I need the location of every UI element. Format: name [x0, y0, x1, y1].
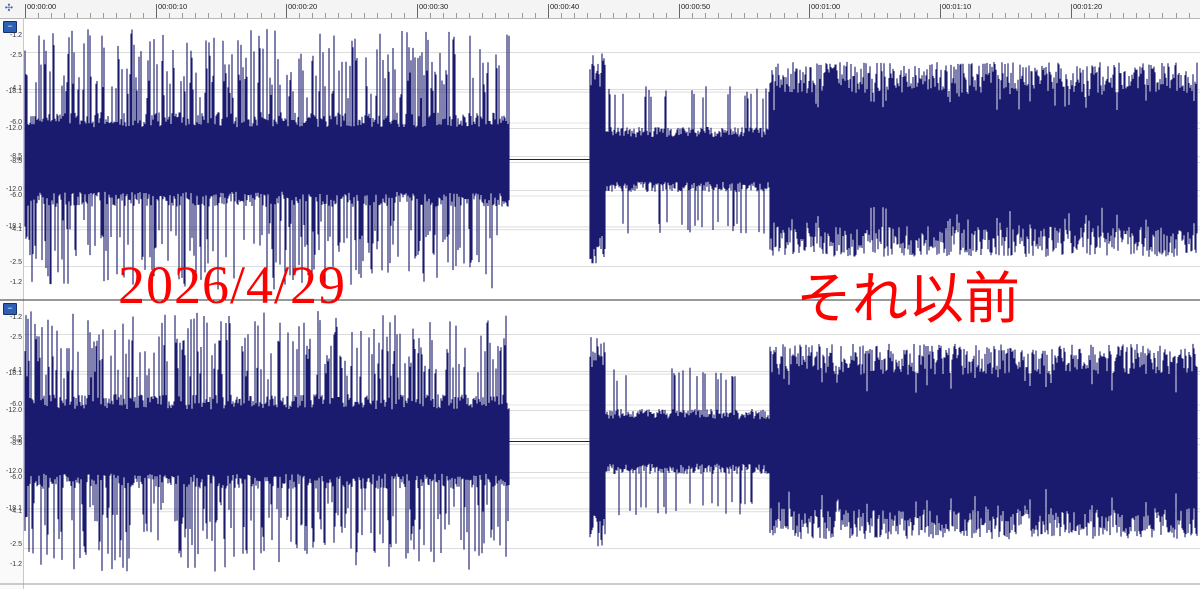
waveform-path	[24, 29, 1198, 290]
channel-2-waveform[interactable]	[24, 311, 1200, 572]
channel-1-waveform[interactable]	[24, 29, 1200, 290]
overlay-date-text: 2026/4/29	[118, 255, 347, 315]
waveform-path	[24, 311, 1198, 572]
overlay-before-text: それ以前	[796, 267, 1020, 332]
